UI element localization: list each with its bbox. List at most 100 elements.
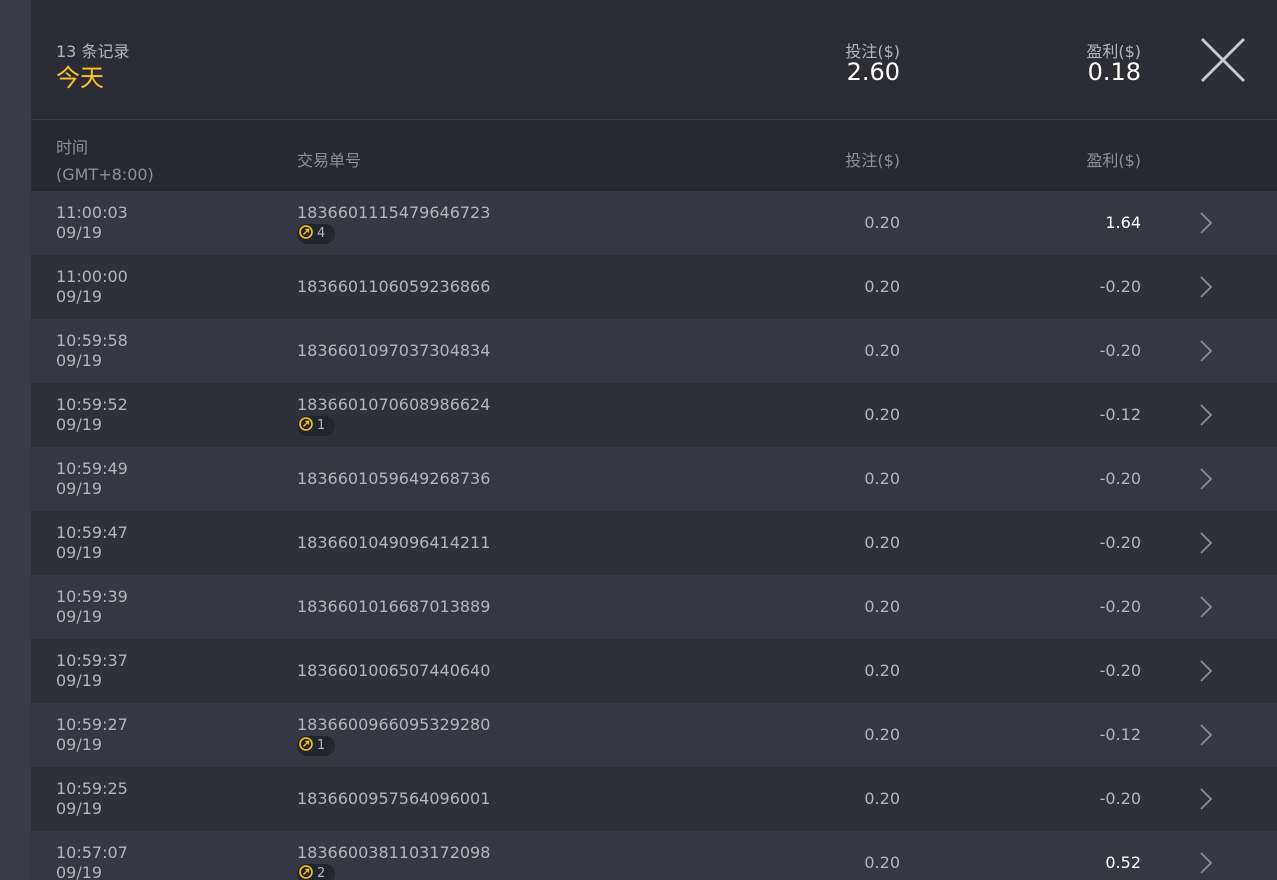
row-date: 09/19 bbox=[56, 735, 103, 754]
chevron-right-icon[interactable] bbox=[1199, 659, 1213, 683]
chevron-right-icon[interactable] bbox=[1199, 211, 1213, 235]
table-row[interactable]: 11:00:03 09/19 1836601115479646723 4 0.20 1.6… bbox=[31, 191, 1277, 255]
row-time: 11:00:00 bbox=[56, 267, 128, 286]
row-order: 1836601059649268736 bbox=[297, 469, 490, 488]
row-order: 1836601006507440640 bbox=[297, 661, 490, 680]
left-edge-strip bbox=[0, 0, 31, 880]
row-time: 10:59:37 bbox=[56, 651, 128, 670]
free-spin-badge: 1 bbox=[297, 736, 336, 756]
row-profit: -0.20 bbox=[1099, 661, 1141, 680]
row-date: 09/19 bbox=[56, 415, 103, 434]
row-time: 10:59:27 bbox=[56, 715, 128, 734]
table-header: 时间 (GMT+8:00) 交易单号 投注($) 盈利($) bbox=[31, 120, 1277, 191]
row-time: 11:00:03 bbox=[56, 203, 128, 222]
free-spin-badge: 2 bbox=[297, 864, 336, 880]
row-bet: 0.20 bbox=[864, 405, 900, 424]
chevron-right-icon[interactable] bbox=[1199, 531, 1213, 555]
column-header-time: 时间 (GMT+8:00) bbox=[56, 134, 154, 188]
row-time: 10:59:47 bbox=[56, 523, 128, 542]
row-order-number: 1836601106059236866 bbox=[297, 277, 491, 296]
row-order-number: 1836601006507440640 bbox=[297, 661, 491, 680]
row-datetime: 11:00:03 09/19 bbox=[56, 203, 128, 243]
table-row[interactable]: 10:59:39 09/19 1836601016687013889 0.20 -0.2… bbox=[31, 575, 1277, 639]
row-datetime: 10:59:27 09/19 bbox=[56, 715, 128, 755]
table-row[interactable]: 10:59:25 09/19 1836600957564096001 0.20 -0.2… bbox=[31, 767, 1277, 831]
row-bet: 0.20 bbox=[864, 341, 900, 360]
row-profit: -0.20 bbox=[1099, 341, 1141, 360]
chevron-right-icon[interactable] bbox=[1199, 339, 1213, 363]
row-date: 09/19 bbox=[56, 799, 103, 818]
row-date: 09/19 bbox=[56, 671, 103, 690]
row-time: 10:59:39 bbox=[56, 587, 128, 606]
row-profit: -0.20 bbox=[1099, 597, 1141, 616]
free-spin-count: 4 bbox=[317, 226, 326, 241]
row-profit: -0.12 bbox=[1099, 725, 1141, 744]
row-order-number: 1836601115479646723 bbox=[297, 203, 491, 222]
free-spin-count: 2 bbox=[317, 866, 326, 880]
table-row[interactable]: 10:59:52 09/19 1836601070608986624 1 0.20 -0.… bbox=[31, 383, 1277, 447]
table-row[interactable]: 10:59:47 09/19 1836601049096414211 0.20 -0.2… bbox=[31, 511, 1277, 575]
row-time: 10:59:25 bbox=[56, 779, 128, 798]
row-profit: 0.52 bbox=[1105, 853, 1141, 872]
row-order: 1836600966095329280 1 bbox=[297, 715, 490, 756]
row-date: 09/19 bbox=[56, 607, 103, 626]
chevron-right-icon[interactable] bbox=[1199, 467, 1213, 491]
row-date: 09/19 bbox=[56, 543, 103, 562]
row-profit: -0.20 bbox=[1099, 469, 1141, 488]
row-date: 09/19 bbox=[56, 351, 103, 370]
summary-header: 13 条记录 今天 投注($) 2.60 盈利($) 0.18 bbox=[31, 0, 1277, 120]
chevron-right-icon[interactable] bbox=[1199, 403, 1213, 427]
row-order-number: 1836601097037304834 bbox=[297, 341, 491, 360]
bet-total-value: 2.60 bbox=[846, 58, 900, 86]
close-icon bbox=[1200, 37, 1246, 83]
table-row[interactable]: 10:59:58 09/19 1836601097037304834 0.20 -0.2… bbox=[31, 319, 1277, 383]
history-list: 11:00:03 09/19 1836601115479646723 4 0.20 1.6… bbox=[31, 191, 1277, 880]
chevron-right-icon[interactable] bbox=[1199, 723, 1213, 747]
row-order: 1836600381103172098 2 bbox=[297, 843, 490, 880]
row-time: 10:57:07 bbox=[56, 843, 128, 862]
row-order: 1836601070608986624 1 bbox=[297, 395, 490, 436]
table-row[interactable]: 10:57:07 09/19 1836600381103172098 2 0.20 0.5… bbox=[31, 831, 1277, 880]
column-header-order: 交易单号 bbox=[297, 151, 362, 170]
row-order: 1836600957564096001 bbox=[297, 789, 490, 808]
free-spin-coin-icon bbox=[299, 417, 313, 431]
bet-history-panel: 13 条记录 今天 投注($) 2.60 盈利($) 0.18 时间 (GMT+… bbox=[31, 0, 1277, 880]
period-selector[interactable]: 今天 bbox=[56, 58, 104, 93]
row-bet: 0.20 bbox=[864, 597, 900, 616]
row-datetime: 10:59:52 09/19 bbox=[56, 395, 128, 435]
row-date: 09/19 bbox=[56, 287, 103, 306]
row-order: 1836601115479646723 4 bbox=[297, 203, 490, 244]
row-order-number: 1836600381103172098 bbox=[297, 843, 491, 862]
row-profit: -0.20 bbox=[1099, 789, 1141, 808]
row-date: 09/19 bbox=[56, 863, 103, 880]
chevron-right-icon[interactable] bbox=[1199, 595, 1213, 619]
row-order: 1836601106059236866 bbox=[297, 277, 490, 296]
column-header-bet: 投注($) bbox=[845, 151, 900, 170]
table-row[interactable]: 10:59:37 09/19 1836601006507440640 0.20 -0.2… bbox=[31, 639, 1277, 703]
column-header-time-label: 时间 bbox=[56, 138, 89, 157]
row-order-number: 1836601016687013889 bbox=[297, 597, 491, 616]
row-profit: -0.20 bbox=[1099, 533, 1141, 552]
table-row[interactable]: 10:59:27 09/19 1836600966095329280 1 0.20 -0.… bbox=[31, 703, 1277, 767]
row-date: 09/19 bbox=[56, 223, 103, 242]
chevron-right-icon[interactable] bbox=[1199, 787, 1213, 811]
row-time: 10:59:52 bbox=[56, 395, 128, 414]
chevron-right-icon[interactable] bbox=[1199, 851, 1213, 875]
profit-total-value: 0.18 bbox=[1087, 58, 1141, 86]
free-spin-count: 1 bbox=[317, 738, 326, 753]
table-row[interactable]: 11:00:00 09/19 1836601106059236866 0.20 -0.2… bbox=[31, 255, 1277, 319]
free-spin-count: 1 bbox=[317, 418, 326, 433]
row-date: 09/19 bbox=[56, 479, 103, 498]
row-order: 1836601016687013889 bbox=[297, 597, 490, 616]
row-bet: 0.20 bbox=[864, 725, 900, 744]
chevron-right-icon[interactable] bbox=[1199, 275, 1213, 299]
column-header-profit: 盈利($) bbox=[1086, 151, 1141, 170]
row-bet: 0.20 bbox=[864, 469, 900, 488]
free-spin-coin-icon bbox=[299, 737, 313, 751]
free-spin-coin-icon bbox=[299, 865, 313, 879]
row-datetime: 10:59:37 09/19 bbox=[56, 651, 128, 691]
row-bet: 0.20 bbox=[864, 277, 900, 296]
table-row[interactable]: 10:59:49 09/19 1836601059649268736 0.20 -0.2… bbox=[31, 447, 1277, 511]
close-button[interactable] bbox=[1199, 36, 1247, 84]
row-time: 10:59:49 bbox=[56, 459, 128, 478]
